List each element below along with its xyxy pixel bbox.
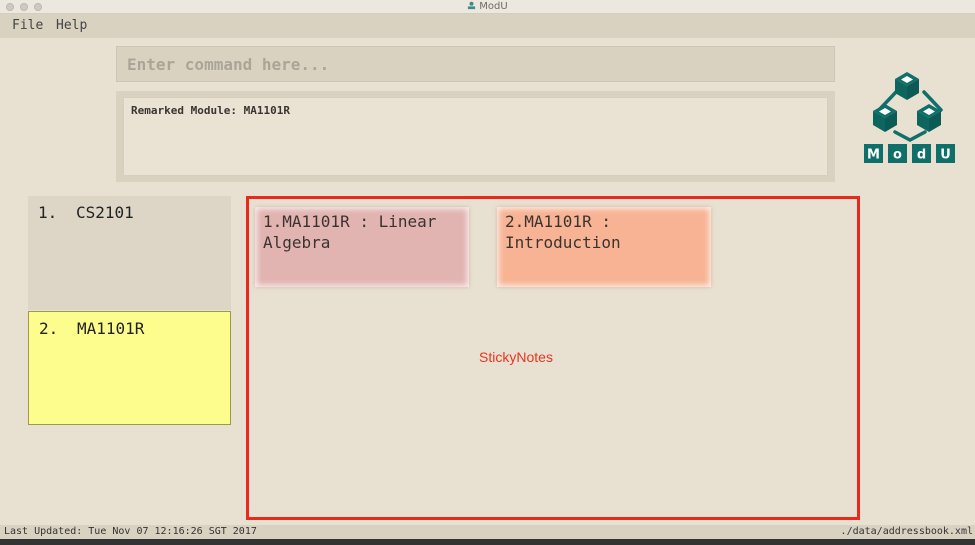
logo-cube-left [873, 104, 897, 132]
sticky-note[interactable]: 2.MA1101R : Introduction [497, 207, 711, 287]
window-title-text: ModU [479, 1, 508, 12]
sticky-note[interactable]: 1.MA1101R : Linear Algebra [255, 207, 469, 287]
logo-cube-top [895, 72, 919, 100]
result-display: Remarked Module: MA1101R [123, 97, 828, 176]
module-code: CS2101 [76, 203, 134, 222]
module-card-ma1101r[interactable]: 2. MA1101R [28, 311, 231, 425]
sticky-notes-panel: 1.MA1101R : Linear Algebra 2.MA1101R : I… [246, 196, 860, 520]
module-index: 2. [39, 319, 59, 338]
status-bar: Last Updated: Tue Nov 07 12:16:26 SGT 20… [0, 525, 975, 539]
menu-help[interactable]: Help [56, 18, 87, 33]
menu-bar: File Help [0, 14, 975, 38]
module-card-cs2101[interactable]: 1. CS2101 [28, 196, 231, 310]
module-code: MA1101R [77, 319, 145, 338]
app-icon [468, 1, 476, 10]
command-input[interactable] [116, 46, 835, 82]
modu-logo: M o d U [864, 72, 955, 163]
last-updated-status: Last Updated: Tue Nov 07 12:16:26 SGT 20… [4, 526, 257, 537]
module-list: 1. CS2101 2. MA1101R [28, 196, 231, 426]
menu-file[interactable]: File [12, 18, 43, 33]
logo-letter-1: M [867, 148, 880, 163]
logo-letter-3: d [917, 148, 926, 163]
file-path-status: ./data/addressbook.xml [840, 526, 973, 537]
window-bottom-edge [0, 539, 975, 545]
window-title: ModU [0, 0, 975, 14]
title-bar: ModU [0, 0, 975, 14]
logo-letter-2: o [893, 148, 902, 163]
sticky-notes-label: StickyNotes [479, 349, 553, 365]
result-display-frame: Remarked Module: MA1101R [116, 91, 835, 182]
module-index: 1. [38, 203, 58, 222]
logo-letter-4: U [940, 148, 951, 163]
